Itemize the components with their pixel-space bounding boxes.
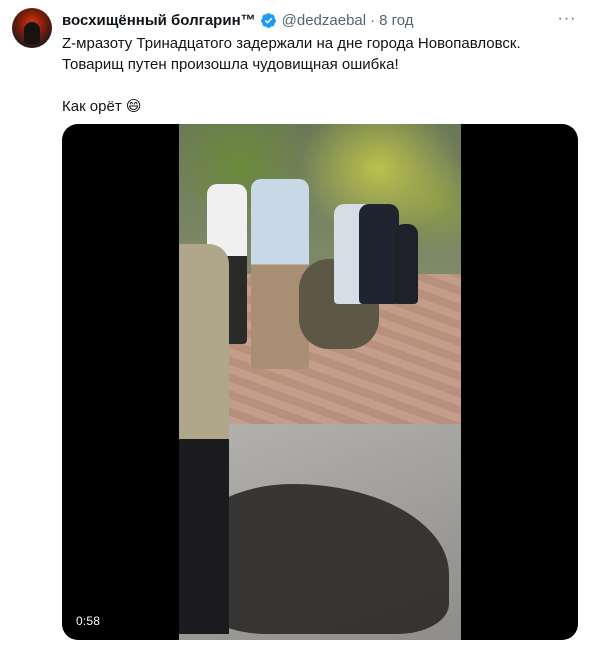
tweet[interactable]: восхищённый болгарин™ @dedzaebal · 8 год… <box>0 0 591 645</box>
author-name[interactable]: восхищённый болгарин™ <box>62 12 256 29</box>
tweet-text-line: Как орёт 😄 <box>62 98 142 115</box>
text-spacer <box>62 75 579 96</box>
verified-badge-icon <box>260 12 276 28</box>
more-horizontal-icon: ··· <box>557 10 577 27</box>
video-person <box>359 204 399 304</box>
avatar[interactable] <box>12 8 52 48</box>
tweet-timestamp[interactable]: 8 год <box>379 12 413 29</box>
author-handle[interactable]: @dedzaebal <box>282 12 366 29</box>
separator-dot: · <box>370 11 376 29</box>
tweet-text: Z-мразоту Тринадцатого задержали на дне … <box>62 33 579 117</box>
avatar-figure <box>24 22 40 44</box>
video-duration: 0:58 <box>76 614 101 628</box>
video-person <box>251 179 309 369</box>
tweet-header: восхищённый болгарин™ @dedzaebal · 8 год <box>62 10 579 30</box>
tweet-text-line: Товарищ путен произошла чудовищная ошибк… <box>62 56 399 73</box>
video-person <box>179 244 229 634</box>
video-player[interactable]: 0:58 <box>62 124 578 640</box>
video-frame <box>179 124 461 640</box>
tweet-text-line: Z-мразоту Тринадцатого задержали на дне … <box>62 35 521 52</box>
more-options-button[interactable]: ··· <box>557 9 577 29</box>
video-person <box>394 224 418 304</box>
